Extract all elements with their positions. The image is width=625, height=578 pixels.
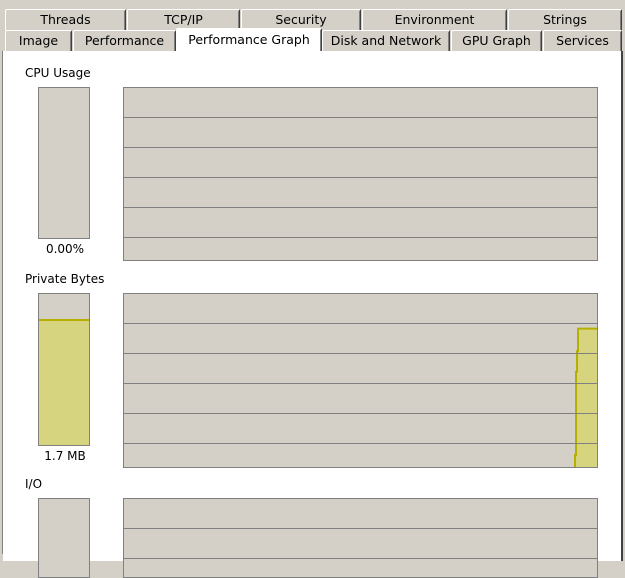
cpu-usage-label: CPU Usage [25,66,91,80]
tab-disk-and-network[interactable]: Disk and Network [322,30,450,51]
tab-tcp-ip[interactable]: TCP/IP [127,9,240,30]
private-bytes-label: Private Bytes [25,272,105,286]
tab-threads[interactable]: Threads [5,9,126,30]
private-bytes-meter [38,293,90,446]
gridline [124,353,597,354]
private-bytes-value: 1.7 MB [44,449,86,463]
tab-strings[interactable]: Strings [508,9,622,30]
gridline [124,177,597,178]
tab-performance-graph[interactable]: Performance Graph [176,28,322,51]
gridline [124,528,597,529]
gridline [124,207,597,208]
tab-security[interactable]: Security [241,9,361,30]
gridline [124,237,597,238]
performance-graph-panel: CPU Usage 0.00% Private Bytes 1.7 MB I/O [3,51,623,578]
io-graph [123,498,598,578]
gridline [124,147,597,148]
gridline [124,323,597,324]
private-bytes-meter-fill [39,319,89,445]
tab-services[interactable]: Services [543,30,622,51]
io-meter [38,498,90,578]
tab-gpu-graph[interactable]: GPU Graph [451,30,542,51]
private-bytes-history-plot [574,327,597,467]
private-bytes-graph [123,293,598,468]
cpu-usage-value: 0.00% [45,242,85,256]
tab-performance[interactable]: Performance [73,30,176,51]
cpu-usage-meter [38,87,90,239]
gridline [124,558,597,559]
gridline [124,413,597,414]
cpu-usage-graph [123,87,598,261]
io-label: I/O [25,477,43,491]
gridline [124,383,597,384]
gridline [124,443,597,444]
tab-environment[interactable]: Environment [362,9,507,30]
tab-image[interactable]: Image [5,30,72,51]
gridline [124,117,597,118]
